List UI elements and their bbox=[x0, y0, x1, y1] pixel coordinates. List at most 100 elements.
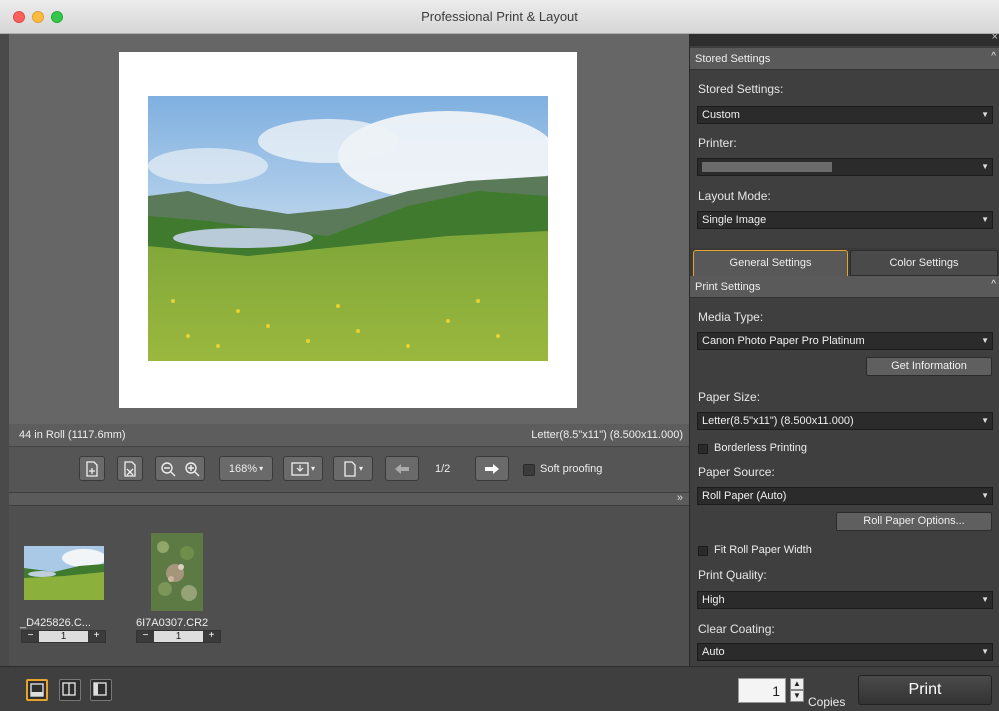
settings-panel: × Stored Settings ^ Stored Settings: Cus… bbox=[689, 31, 999, 666]
thumbnail-item[interactable] bbox=[24, 546, 106, 603]
layout-mode-dropdown[interactable]: Single Image ▼ bbox=[697, 211, 993, 229]
printer-label: Printer: bbox=[698, 136, 737, 150]
layout-mode-value: Single Image bbox=[702, 214, 767, 226]
arrow-right-icon bbox=[485, 463, 499, 474]
dropdown-arrow-icon: ▼ bbox=[981, 416, 989, 425]
print-quality-value: High bbox=[702, 594, 725, 606]
landscape-thumbnail-image bbox=[24, 546, 106, 600]
collapse-caret-icon[interactable]: ^ bbox=[991, 279, 996, 290]
portrait-thumbnail-image bbox=[151, 533, 203, 611]
layout-mode-label: Layout Mode: bbox=[698, 189, 771, 203]
next-page-button[interactable] bbox=[475, 456, 509, 481]
paper-size-value: Letter(8.5"x11") (8.500x11.000) bbox=[702, 415, 854, 427]
paper-source-label: Paper Source: bbox=[698, 465, 775, 479]
media-type-dropdown[interactable]: Canon Photo Paper Pro Platinum ▼ bbox=[697, 332, 993, 350]
zoom-level-dropdown[interactable]: 168% ▾ bbox=[219, 456, 273, 481]
clear-coating-dropdown[interactable]: Auto ▼ bbox=[697, 643, 993, 661]
arrow-left-icon bbox=[395, 463, 409, 474]
print-quality-label: Print Quality: bbox=[698, 568, 767, 582]
soft-proofing-label: Soft proofing bbox=[540, 463, 603, 475]
single-panel-icon bbox=[30, 683, 44, 697]
increment-button[interactable]: + bbox=[203, 631, 220, 642]
add-image-button[interactable] bbox=[79, 456, 105, 481]
page-orientation-dropdown[interactable]: ▾ bbox=[333, 456, 373, 481]
panel-top-strip: × bbox=[690, 31, 999, 46]
thumbnail-strip: _D425826.C... − 1 + 6I7A0307.CR2 − 1 + bbox=[9, 506, 689, 666]
paper-preview bbox=[119, 52, 577, 408]
page-icon bbox=[344, 460, 356, 477]
thumbnail-copies-value[interactable]: 1 bbox=[154, 631, 203, 642]
remove-image-button[interactable] bbox=[117, 456, 143, 481]
print-settings-section-header[interactable]: Print Settings ^ bbox=[690, 276, 999, 298]
copies-up-arrow-icon[interactable]: ▲ bbox=[790, 678, 804, 690]
add-image-icon bbox=[86, 460, 98, 477]
media-type-value: Canon Photo Paper Pro Platinum bbox=[702, 335, 865, 347]
paper-size-info-text: Letter(8.5"x11") (8.500x11.000) bbox=[531, 429, 683, 441]
tab-color-settings[interactable]: Color Settings bbox=[850, 250, 998, 276]
dropdown-arrow-icon: ▼ bbox=[981, 595, 989, 604]
split-view-button[interactable] bbox=[59, 679, 81, 701]
print-quality-dropdown[interactable]: High ▼ bbox=[697, 591, 993, 609]
increment-button[interactable]: + bbox=[88, 631, 105, 642]
thumbnail-item[interactable] bbox=[151, 533, 203, 614]
split-panel-icon bbox=[62, 682, 76, 696]
preview-toolbar: 168% ▾ ▾ ▾ 1/2 Soft proofing bbox=[9, 446, 689, 492]
remove-image-icon bbox=[124, 460, 136, 477]
print-settings-section-title: Print Settings bbox=[695, 281, 761, 293]
paper-size-dropdown[interactable]: Letter(8.5"x11") (8.500x11.000) ▼ bbox=[697, 412, 993, 430]
stored-settings-label: Stored Settings: bbox=[698, 82, 784, 96]
image-placement-icon bbox=[291, 461, 309, 476]
window-title: Professional Print & Layout bbox=[421, 9, 578, 24]
fit-roll-paper-width-checkbox[interactable] bbox=[698, 546, 708, 556]
thumbnail-copies-value[interactable]: 1 bbox=[39, 631, 88, 642]
compare-view-button[interactable] bbox=[90, 679, 112, 701]
clear-coating-label: Clear Coating: bbox=[698, 622, 775, 636]
paper-source-dropdown[interactable]: Roll Paper (Auto) ▼ bbox=[697, 487, 993, 505]
zoom-out-icon[interactable] bbox=[160, 461, 176, 477]
print-button[interactable]: Print bbox=[858, 675, 992, 705]
printer-name-redacted bbox=[702, 162, 832, 172]
borderless-printing-label: Borderless Printing bbox=[714, 442, 807, 454]
borderless-printing-checkbox[interactable] bbox=[698, 444, 708, 454]
dropdown-arrow-icon: ▼ bbox=[981, 162, 989, 171]
zoom-in-icon[interactable] bbox=[184, 461, 200, 477]
thumbnail-copies-stepper[interactable]: − 1 + bbox=[21, 630, 106, 643]
zoom-buttons-group bbox=[155, 456, 205, 481]
stored-settings-value: Custom bbox=[702, 109, 740, 121]
zoom-level-value: 168% bbox=[228, 462, 258, 475]
thumbnail-strip-divider[interactable]: » bbox=[9, 492, 689, 506]
clear-coating-value: Auto bbox=[702, 646, 725, 658]
stored-settings-section-header[interactable]: Stored Settings ^ bbox=[690, 48, 999, 70]
close-panel-icon[interactable]: × bbox=[992, 31, 998, 43]
decrement-button[interactable]: − bbox=[137, 631, 154, 642]
dropdown-arrow-icon: ▼ bbox=[981, 491, 989, 500]
image-layout-dropdown[interactable]: ▾ bbox=[283, 456, 323, 481]
copies-stepper[interactable]: ▲ ▼ bbox=[790, 678, 804, 703]
decrement-button[interactable]: − bbox=[22, 631, 39, 642]
thumbnail-filename: _D425826.C... bbox=[20, 617, 91, 629]
print-preview-area bbox=[9, 34, 689, 424]
copies-label: Copies bbox=[808, 695, 846, 709]
preview-info-bar: 44 in Roll (1117.6mm) Letter(8.5"x11") (… bbox=[9, 424, 689, 446]
fit-roll-paper-width-label: Fit Roll Paper Width bbox=[714, 544, 812, 556]
photo-preview[interactable] bbox=[148, 96, 548, 361]
printer-dropdown[interactable]: ▼ bbox=[697, 158, 993, 176]
single-view-button[interactable] bbox=[26, 679, 48, 701]
copies-input[interactable]: 1 bbox=[738, 678, 786, 703]
collapse-caret-icon[interactable]: ^ bbox=[991, 51, 996, 62]
get-information-button[interactable]: Get Information bbox=[866, 357, 992, 376]
soft-proofing-checkbox[interactable] bbox=[523, 464, 535, 476]
thumbnail-filename: 6I7A0307.CR2 bbox=[136, 617, 209, 629]
stored-settings-section-title: Stored Settings bbox=[695, 53, 771, 65]
tab-general-settings[interactable]: General Settings bbox=[693, 250, 848, 276]
bottom-bar: 1 ▲ ▼ Copies Print bbox=[0, 666, 999, 711]
collapse-chevron-icon[interactable]: » bbox=[677, 492, 683, 504]
previous-page-button[interactable] bbox=[385, 456, 419, 481]
stored-settings-dropdown[interactable]: Custom ▼ bbox=[697, 106, 993, 124]
copies-down-arrow-icon[interactable]: ▼ bbox=[790, 690, 804, 702]
roll-paper-options-button[interactable]: Roll Paper Options... bbox=[836, 512, 992, 531]
dropdown-arrow-icon: ▼ bbox=[981, 215, 989, 224]
media-type-label: Media Type: bbox=[698, 310, 764, 324]
window-title-bar: Professional Print & Layout bbox=[0, 0, 999, 34]
thumbnail-copies-stepper[interactable]: − 1 + bbox=[136, 630, 221, 643]
